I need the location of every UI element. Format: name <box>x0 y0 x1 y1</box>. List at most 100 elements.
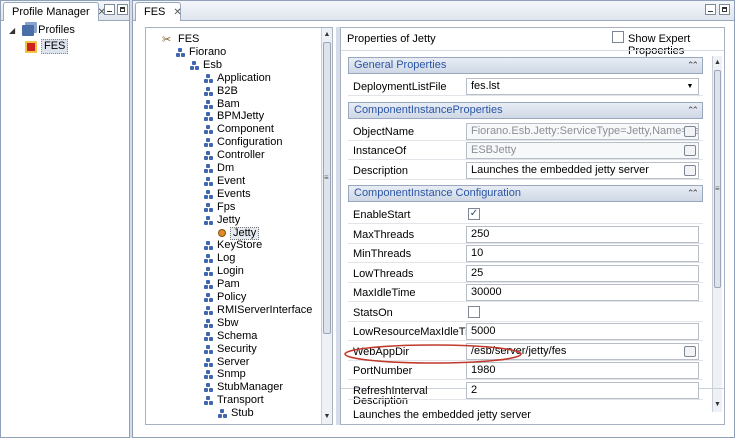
component-tree-item-log[interactable]: Log <box>204 252 235 265</box>
tree-scroll-thumb[interactable] <box>323 42 331 334</box>
component-tree-item-b2b[interactable]: B2B <box>204 85 238 98</box>
component-tree-item-esb[interactable]: Esb <box>190 59 222 72</box>
maximize-icon[interactable] <box>719 4 730 15</box>
node-icon <box>204 241 213 251</box>
component-tree-item-security[interactable]: Security <box>204 343 257 356</box>
instanceof-field[interactable]: ESBJetty <box>466 142 699 159</box>
lowthreads-field[interactable]: 25 <box>466 264 699 282</box>
tree-item-label: Configuration <box>217 136 283 149</box>
component-tree-item-keystore[interactable]: KeyStore <box>204 239 262 252</box>
component-tree-item-snmp[interactable]: Snmp <box>204 368 246 381</box>
statson-checkbox[interactable] <box>468 305 480 318</box>
tree-item-profiles[interactable]: ◢ Profiles <box>9 24 75 37</box>
component-tree-item-stubmanager[interactable]: StubManager <box>204 381 283 394</box>
dropdown-arrow-icon[interactable]: ▼ <box>684 81 696 92</box>
deploymentlistfile-field[interactable]: fes.lst ▼ <box>466 78 699 95</box>
node-icon <box>204 293 213 302</box>
minthreads-field[interactable]: 10 <box>466 245 699 262</box>
tree-item-fes[interactable]: FES <box>25 39 69 54</box>
component-tree-item-component[interactable]: Component <box>204 123 274 136</box>
properties-scrollbar[interactable]: ▲ ≡ ▼ <box>712 56 722 412</box>
expand-triangle-icon[interactable]: ◢ <box>9 24 15 37</box>
section-header-general-properties[interactable]: General Properties ⌃⌃ <box>348 57 703 74</box>
component-tree-item-application[interactable]: Application <box>204 72 271 85</box>
scroll-down-icon[interactable]: ▼ <box>322 412 332 422</box>
collapse-chevron-icon[interactable]: ⌃⌃ <box>687 103 699 118</box>
portnumber-field[interactable]: 1980 <box>466 362 699 379</box>
property-label: StatsOn <box>353 306 393 319</box>
node-icon <box>204 344 213 354</box>
description-field[interactable]: Launches the embedded jetty server <box>466 161 699 179</box>
maxthreads-field[interactable]: 250 <box>466 225 699 243</box>
collapse-chevron-icon[interactable]: ⌃⌃ <box>687 58 699 73</box>
tree-item-label: Fiorano <box>189 45 227 58</box>
component-tree-item-pam[interactable]: Pam <box>204 278 240 291</box>
component-tree-item-sbw[interactable]: Sbw <box>204 317 238 330</box>
grip-icon: ≡ <box>715 184 720 193</box>
property-value: 2 <box>471 383 478 396</box>
component-tree-item-fes[interactable]: ✂ FES <box>162 33 199 46</box>
component-tree-item-login[interactable]: Login <box>204 265 244 278</box>
node-icon <box>204 202 213 212</box>
tree-item-label: Jetty <box>217 213 241 226</box>
node-icon <box>204 254 213 264</box>
component-tree-item-configuration[interactable]: Configuration <box>204 136 282 149</box>
lowresourcemaxidletime-field[interactable]: 5000 <box>466 323 699 340</box>
property-label: LowResourceMaxIdleTime <box>353 326 483 338</box>
scroll-up-icon[interactable]: ▲ <box>713 58 722 68</box>
properties-scroll-thumb[interactable] <box>714 70 721 288</box>
component-tree-item-dm[interactable]: Dm <box>204 162 234 175</box>
component-tree-item-event[interactable]: Event <box>204 175 245 188</box>
component-tree-item-bpmjetty[interactable]: BPMJetty <box>204 110 264 123</box>
component-tree-item-jetty[interactable]: Jetty <box>218 226 260 240</box>
tab-profile-manager[interactable]: Profile Manager ✕ <box>3 2 106 21</box>
edit-ellipsis-button[interactable] <box>684 145 696 156</box>
component-tree-item-schema[interactable]: Schema <box>204 330 257 343</box>
section-header-componentinstance-configuration[interactable]: ComponentInstance Configuration ⌃⌃ <box>348 185 703 202</box>
minimize-icon[interactable] <box>705 4 716 15</box>
minimize-icon[interactable] <box>104 4 115 15</box>
scroll-down-icon[interactable]: ▼ <box>713 400 722 410</box>
refreshinterval-field[interactable]: 2 <box>466 381 699 399</box>
scroll-up-icon[interactable]: ▲ <box>322 30 332 40</box>
webappdir-field[interactable]: /esb/server/jetty/fes <box>466 342 699 360</box>
edit-ellipsis-button[interactable] <box>684 125 696 137</box>
tab-fes[interactable]: FES ✕ <box>135 2 182 21</box>
maximize-icon[interactable] <box>117 4 128 15</box>
section-header-componentinstanceproperties[interactable]: ComponentInstanceProperties ⌃⌃ <box>348 101 703 119</box>
node-icon <box>204 267 213 277</box>
tree-item-label: Component <box>217 123 274 136</box>
edit-ellipsis-button[interactable] <box>684 164 696 176</box>
edit-ellipsis-button[interactable] <box>684 345 696 357</box>
component-tree-item-events[interactable]: Events <box>204 188 251 201</box>
close-icon[interactable]: ✕ <box>173 7 181 18</box>
collapse-chevron-icon[interactable]: ⌃⌃ <box>687 186 699 201</box>
component-tree-item-server[interactable]: Server <box>204 356 249 369</box>
component-tree-item-stub[interactable]: Stub <box>218 407 254 420</box>
property-row-statson: StatsOn <box>348 303 703 322</box>
tree-scrollbar[interactable]: ▲ ≡ ▼ <box>321 28 332 424</box>
show-expert-label[interactable]: Show Expert Propoerties <box>628 33 724 57</box>
properties-title: Properties of Jetty <box>347 33 436 45</box>
property-label: DeploymentListFile <box>353 81 447 93</box>
component-tree-item-controller[interactable]: Controller <box>204 149 265 162</box>
component-tree-item-policy[interactable]: Policy <box>204 291 246 304</box>
component-tree-item-bam[interactable]: Bam <box>204 98 240 111</box>
component-tree-item-fiorano[interactable]: Fiorano <box>176 46 226 59</box>
section-title: General Properties <box>354 59 447 71</box>
component-tree-item-fps[interactable]: Fps <box>204 201 235 214</box>
component-tree-item-transport[interactable]: Transport <box>204 394 264 407</box>
property-row-maxidletime: MaxIdleTime 30000 <box>348 283 703 302</box>
tree-item-label: Log <box>217 252 236 265</box>
component-tree-item-rmiserverinterface[interactable]: RMIServerInterface <box>204 304 312 317</box>
objectname-field[interactable]: Fiorano.Esb.Jetty:ServiceType=Jetty,Name… <box>466 122 699 140</box>
tree-item-label: Events <box>217 187 251 200</box>
fes-editor-tabbar: FES ✕ <box>133 1 734 21</box>
component-tree-item-jetty[interactable]: Jetty <box>204 214 240 227</box>
property-value: 30000 <box>471 286 502 298</box>
show-expert-checkbox[interactable] <box>612 31 624 43</box>
enablestart-checkbox[interactable]: ✓ <box>468 208 480 220</box>
property-label: EnableStart <box>353 209 411 221</box>
maxidletime-field[interactable]: 30000 <box>466 284 699 301</box>
node-icon <box>204 73 213 83</box>
